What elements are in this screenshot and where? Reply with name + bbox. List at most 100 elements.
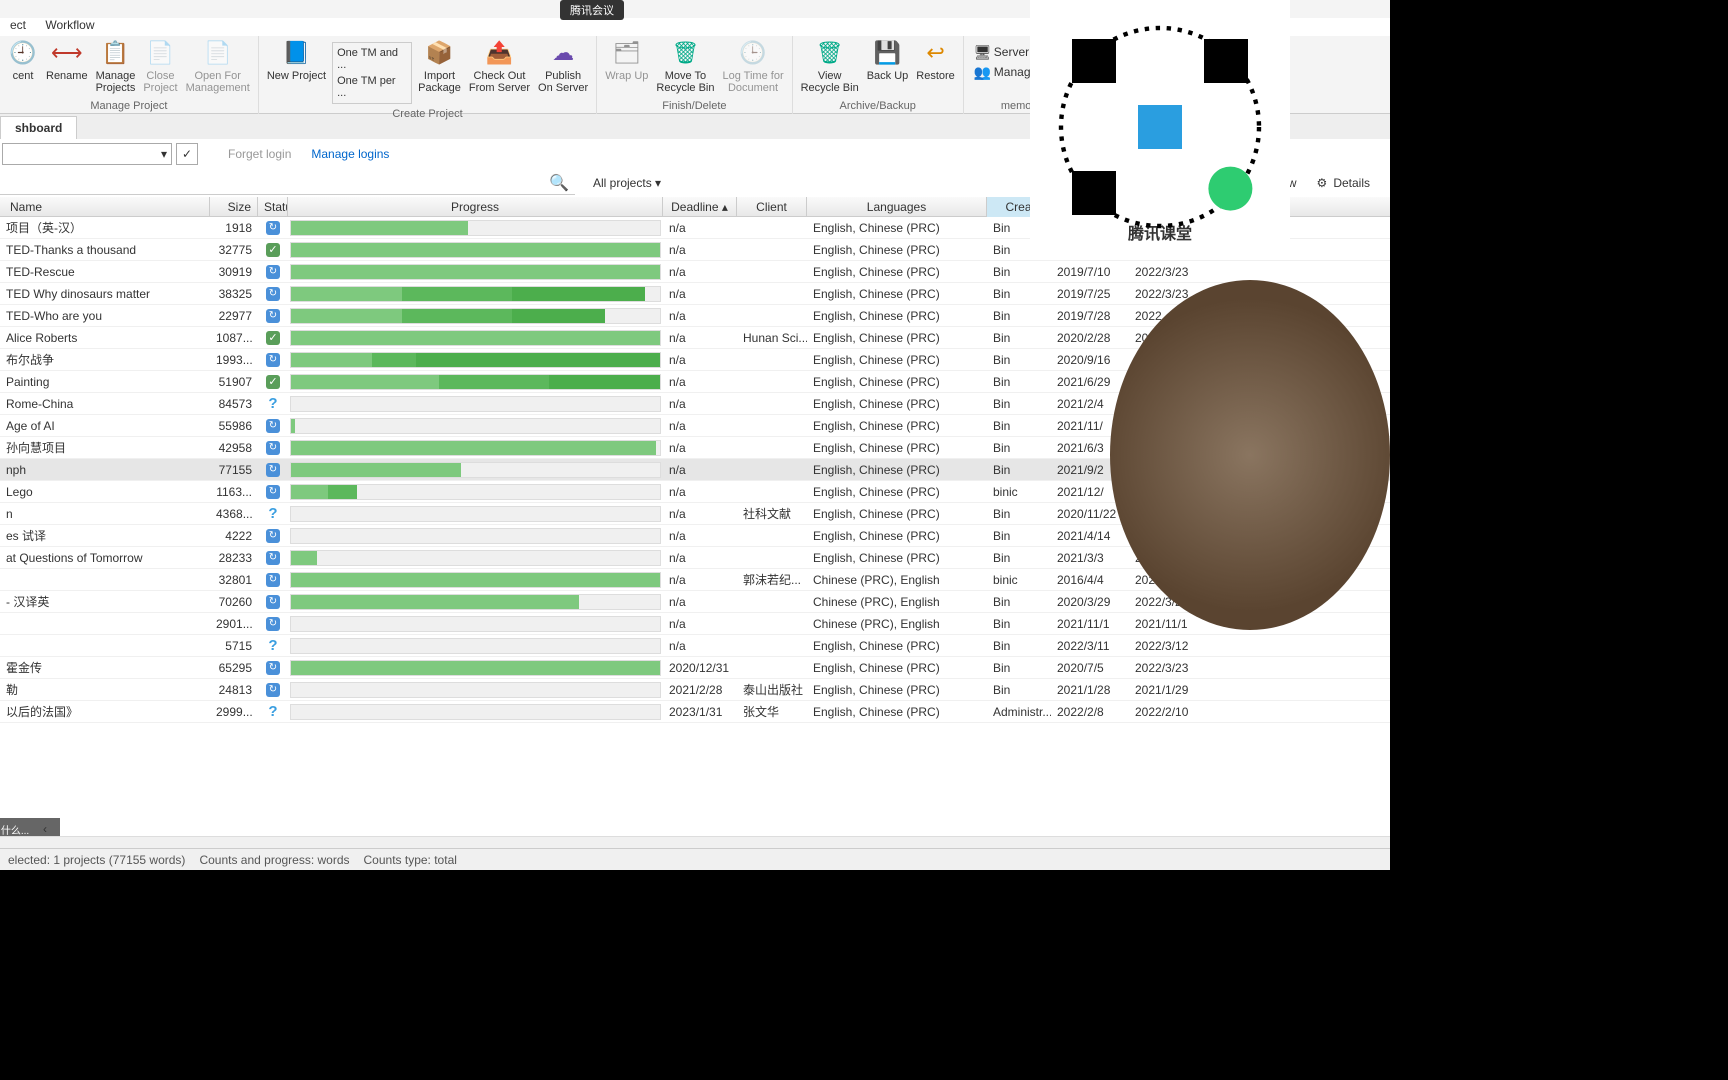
status-icon (266, 595, 280, 609)
publish-button[interactable]: ☁Publish On Server (534, 38, 592, 94)
cell-name: 以后的法国》 (0, 701, 210, 723)
col-client[interactable]: Client (737, 197, 807, 217)
log-time-button[interactable]: 🕒Log Time for Document (718, 38, 787, 94)
cell-languages: English, Chinese (PRC) (807, 657, 987, 679)
cell-progress (288, 327, 663, 349)
chevron-left-icon: ‹ (43, 822, 47, 836)
counts-type-status: Counts type: total (364, 853, 457, 867)
table-row[interactable]: 勒248132021/2/28泰山出版社English, Chinese (PR… (0, 679, 1390, 701)
cell-progress (288, 283, 663, 305)
wrap-up-button[interactable]: 🗂Wrap Up (601, 38, 652, 82)
cell-progress (288, 239, 663, 261)
cell-date1: 2021/11/1 (1051, 613, 1129, 635)
cell-progress (288, 349, 663, 371)
col-languages[interactable]: Languages (807, 197, 987, 217)
cell-progress (288, 591, 663, 613)
cell-deadline: n/a (663, 569, 737, 591)
cell-size: 77155 (210, 459, 258, 481)
menu-project[interactable]: ect (2, 18, 34, 32)
cell-size: 1918 (210, 217, 258, 239)
table-row[interactable]: 以后的法国》2999...2023/1/31张文华English, Chines… (0, 701, 1390, 723)
cell-status (258, 481, 288, 503)
import-package-button[interactable]: 📦Import Package (414, 38, 465, 94)
col-name[interactable]: Name (0, 197, 210, 217)
qr-overlay: 腾讯课堂 (1030, 0, 1290, 260)
table-row[interactable]: 2901...n/aChinese (PRC), EnglishBin2021/… (0, 613, 1390, 635)
status-icon (266, 463, 280, 477)
cell-name: es 试译 (0, 525, 210, 547)
status-icon (266, 705, 280, 719)
cell-size: 42958 (210, 437, 258, 459)
cell-user: Bin (987, 349, 1051, 371)
table-row[interactable]: 霍金传652952020/12/31English, Chinese (PRC)… (0, 657, 1390, 679)
tm-template-list[interactable]: One TM and ... One TM per ... (332, 42, 412, 104)
backup-icon: 💾 (872, 38, 902, 68)
cell-user: Bin (987, 657, 1051, 679)
cell-status (258, 371, 288, 393)
cell-deadline: n/a (663, 239, 737, 261)
cell-client (737, 459, 807, 481)
cell-client (737, 305, 807, 327)
cell-languages: English, Chinese (PRC) (807, 217, 987, 239)
col-progress[interactable]: Progress (288, 197, 663, 217)
view-recycle-button[interactable]: 🗑View Recycle Bin (797, 38, 863, 94)
cell-languages: English, Chinese (PRC) (807, 701, 987, 723)
cell-size: 55986 (210, 415, 258, 437)
server-icon: 🖥 (974, 44, 990, 60)
cell-date1: 2016/4/4 (1051, 569, 1129, 591)
search-input[interactable]: 🔍 (0, 171, 575, 195)
cloud-icon: ☁ (548, 38, 578, 68)
checkout-icon: 📤 (484, 38, 514, 68)
col-size[interactable]: Size (210, 197, 258, 217)
cell-status (258, 569, 288, 591)
details-button[interactable]: ⚙Details (1317, 176, 1370, 190)
cell-deadline: n/a (663, 261, 737, 283)
table-row[interactable]: TED-Rescue30919n/aEnglish, Chinese (PRC)… (0, 261, 1390, 283)
cell-languages: English, Chinese (PRC) (807, 283, 987, 305)
menu-workflow[interactable]: Workflow (37, 18, 102, 32)
cell-size: 70260 (210, 591, 258, 613)
cell-status (258, 415, 288, 437)
cell-user: Bin (987, 525, 1051, 547)
horizontal-scrollbar[interactable] (0, 836, 1390, 848)
table-row[interactable]: 5715n/aEnglish, Chinese (PRC)Bin2022/3/1… (0, 635, 1390, 657)
manage-logins-link[interactable]: Manage logins (311, 147, 389, 161)
restore-button[interactable]: ↩Restore (912, 38, 959, 82)
cell-languages: English, Chinese (PRC) (807, 349, 987, 371)
col-status[interactable]: Status (258, 197, 288, 217)
tab-dashboard[interactable]: shboard (0, 116, 77, 139)
close-project-button[interactable]: 📄Close Project (139, 38, 181, 94)
open-for-management-button[interactable]: 📄Open For Management (182, 38, 254, 94)
recent-button[interactable]: 🕘cent (4, 38, 42, 82)
cell-name: 项目（英-汉） (0, 217, 210, 239)
cell-date1: 2019/7/25 (1051, 283, 1129, 305)
sort-asc-icon: ▴ (722, 200, 728, 214)
check-out-button[interactable]: 📤Check Out From Server (465, 38, 534, 94)
status-icon (266, 331, 280, 345)
cell-date1: 2020/2/28 (1051, 327, 1129, 349)
col-deadline[interactable]: Deadline ▴ (663, 197, 737, 217)
cell-user: Bin (987, 283, 1051, 305)
status-icon (266, 661, 280, 675)
new-project-button[interactable]: 📘New Project (263, 38, 330, 82)
backup-button[interactable]: 💾Back Up (863, 38, 913, 82)
cell-client (737, 525, 807, 547)
cell-status (258, 437, 288, 459)
cell-client (737, 547, 807, 569)
recycle-icon: 🗑 (815, 38, 845, 68)
tm-option-2[interactable]: One TM per ... (335, 73, 409, 101)
cell-date1: 2021/4/14 (1051, 525, 1129, 547)
cell-user: Bin (987, 503, 1051, 525)
cell-status (258, 701, 288, 723)
cell-client (737, 239, 807, 261)
clock-icon: 🕘 (8, 38, 38, 68)
cell-deadline: n/a (663, 371, 737, 393)
connect-button[interactable]: ✓ (176, 143, 198, 165)
server-combo[interactable]: ▾ (2, 143, 172, 165)
filter-dropdown[interactable]: All projects ▾ (593, 176, 661, 190)
move-recycle-button[interactable]: 🗑Move To Recycle Bin (652, 38, 718, 94)
cell-deadline: n/a (663, 613, 737, 635)
manage-projects-button[interactable]: 📋Manage Projects (92, 38, 140, 94)
rename-button[interactable]: ⟷Rename (42, 38, 92, 82)
tm-option-1[interactable]: One TM and ... (335, 45, 409, 73)
